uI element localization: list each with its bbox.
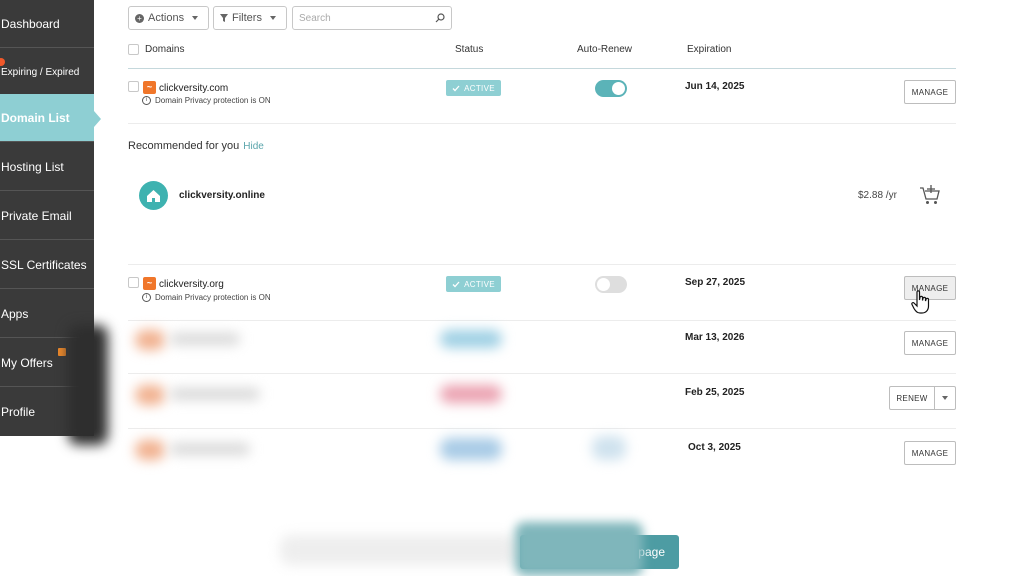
chevron-down-icon	[269, 16, 276, 20]
blurred-sidebar-edge	[68, 325, 108, 445]
checkmark-icon	[452, 281, 460, 287]
plus-circle-icon: +	[135, 13, 144, 23]
hand-cursor-icon	[911, 290, 930, 314]
recommended-domain: clickversity.online	[179, 190, 265, 201]
privacy-text: Domain Privacy protection is ON	[155, 293, 271, 302]
auto-renew-toggle[interactable]	[595, 276, 627, 293]
expiration-date: Oct 3, 2025	[688, 442, 741, 453]
manage-button[interactable]: MANAGE	[904, 441, 956, 465]
status-badge-label: ACTIVE	[464, 279, 495, 289]
blurred-badge	[440, 385, 502, 403]
sidebar-item-hosting-list[interactable]: Hosting List	[0, 143, 94, 191]
info-icon: i	[142, 293, 151, 302]
status-badge: ACTIVE	[446, 276, 501, 292]
column-header-domains[interactable]: Domains	[145, 44, 184, 55]
header-divider	[128, 68, 956, 69]
row-checkbox[interactable]	[128, 81, 139, 92]
row-divider	[128, 373, 956, 374]
column-header-expiration[interactable]: Expiration	[687, 44, 731, 55]
blurred-text	[170, 333, 240, 345]
select-all-checkbox[interactable]	[128, 44, 139, 55]
manage-button[interactable]: MANAGE	[904, 80, 956, 104]
blurred-logo	[135, 385, 165, 405]
sidebar-item-label: Dashboard	[1, 16, 60, 31]
sidebar-item-label: Profile	[1, 405, 36, 419]
sidebar-item-label: My Offers	[1, 355, 53, 370]
actions-button[interactable]: + Actions	[128, 6, 209, 30]
recommended-section: Recommended for you Hide	[128, 140, 264, 152]
renew-dropdown-button[interactable]	[934, 386, 956, 410]
renew-button[interactable]: RENEW	[889, 386, 935, 410]
domain-name[interactable]: clickversity.com	[159, 83, 228, 94]
manage-button[interactable]: MANAGE	[904, 331, 956, 355]
notification-dot	[0, 58, 5, 66]
hide-recommendations-link[interactable]: Hide	[243, 141, 264, 152]
offers-badge	[58, 348, 66, 356]
home-icon	[139, 181, 168, 210]
column-header-status[interactable]: Status	[455, 44, 483, 55]
row-divider	[128, 123, 956, 124]
filter-icon	[220, 14, 228, 22]
privacy-text: Domain Privacy protection is ON	[155, 96, 271, 105]
expiration-date: Jun 14, 2025	[685, 81, 745, 92]
blurred-badge	[440, 330, 502, 348]
blurred-logo	[135, 330, 165, 350]
chevron-down-icon	[192, 16, 199, 20]
blurred-pagination	[280, 535, 520, 565]
blurred-badge	[440, 438, 502, 460]
auto-renew-toggle[interactable]	[595, 80, 627, 97]
filters-button[interactable]: Filters	[213, 6, 287, 30]
expiration-date: Feb 25, 2025	[685, 387, 745, 398]
sidebar-item-domain-list[interactable]: Domain List	[0, 94, 101, 142]
domain-name[interactable]: clickversity.org	[159, 279, 224, 290]
blurred-text	[170, 443, 250, 455]
row-checkbox[interactable]	[128, 277, 139, 288]
sidebar-item-label: SSL Certificates	[1, 257, 87, 272]
recommended-title: Recommended for you	[128, 140, 240, 152]
domain-logo-icon: ~	[143, 81, 156, 94]
filters-label: Filters	[232, 12, 262, 24]
info-icon: i	[142, 96, 151, 105]
blurred-cta-overlay	[515, 522, 643, 576]
domain-logo-icon: ~	[143, 277, 156, 290]
recommended-price: $2.88 /yr	[858, 190, 897, 201]
search-input[interactable]: Search	[292, 6, 452, 30]
sidebar-item-label: Domain List	[1, 110, 70, 125]
add-to-cart-icon[interactable]	[919, 184, 941, 206]
expiration-date: Mar 13, 2026	[685, 332, 745, 343]
expiration-date: Sep 27, 2025	[685, 277, 746, 288]
privacy-status: i Domain Privacy protection is ON	[142, 293, 271, 302]
sidebar-item-ssl-certificates[interactable]: SSL Certificates	[0, 241, 94, 289]
row-divider	[128, 264, 956, 265]
blurred-toggle	[592, 436, 626, 460]
search-icon[interactable]	[435, 13, 445, 23]
status-badge: ACTIVE	[446, 80, 501, 96]
active-indicator-arrow	[94, 111, 101, 127]
toggle-knob	[612, 82, 625, 95]
sidebar-item-expiring[interactable]: Expiring / Expired	[0, 49, 94, 97]
search-placeholder: Search	[299, 12, 331, 24]
privacy-status: i Domain Privacy protection is ON	[142, 96, 271, 105]
chevron-down-icon	[942, 396, 948, 400]
sidebar-item-dashboard[interactable]: Dashboard	[0, 0, 94, 48]
actions-label: Actions	[148, 12, 185, 24]
blurred-logo	[135, 440, 165, 460]
sidebar-item-private-email[interactable]: Private Email	[0, 192, 94, 240]
status-badge-label: ACTIVE	[464, 83, 495, 93]
sidebar-item-label: Expiring / Expired	[1, 67, 80, 78]
row-divider	[128, 428, 956, 429]
blurred-text	[170, 388, 260, 400]
column-header-auto-renew[interactable]: Auto-Renew	[577, 44, 632, 55]
toggle-knob	[597, 278, 610, 291]
checkmark-icon	[452, 85, 460, 91]
row-divider	[128, 320, 956, 321]
sidebar-item-label: Apps	[1, 306, 29, 321]
sidebar-item-label: Hosting List	[1, 159, 64, 174]
sidebar-item-label: Private Email	[1, 208, 72, 223]
